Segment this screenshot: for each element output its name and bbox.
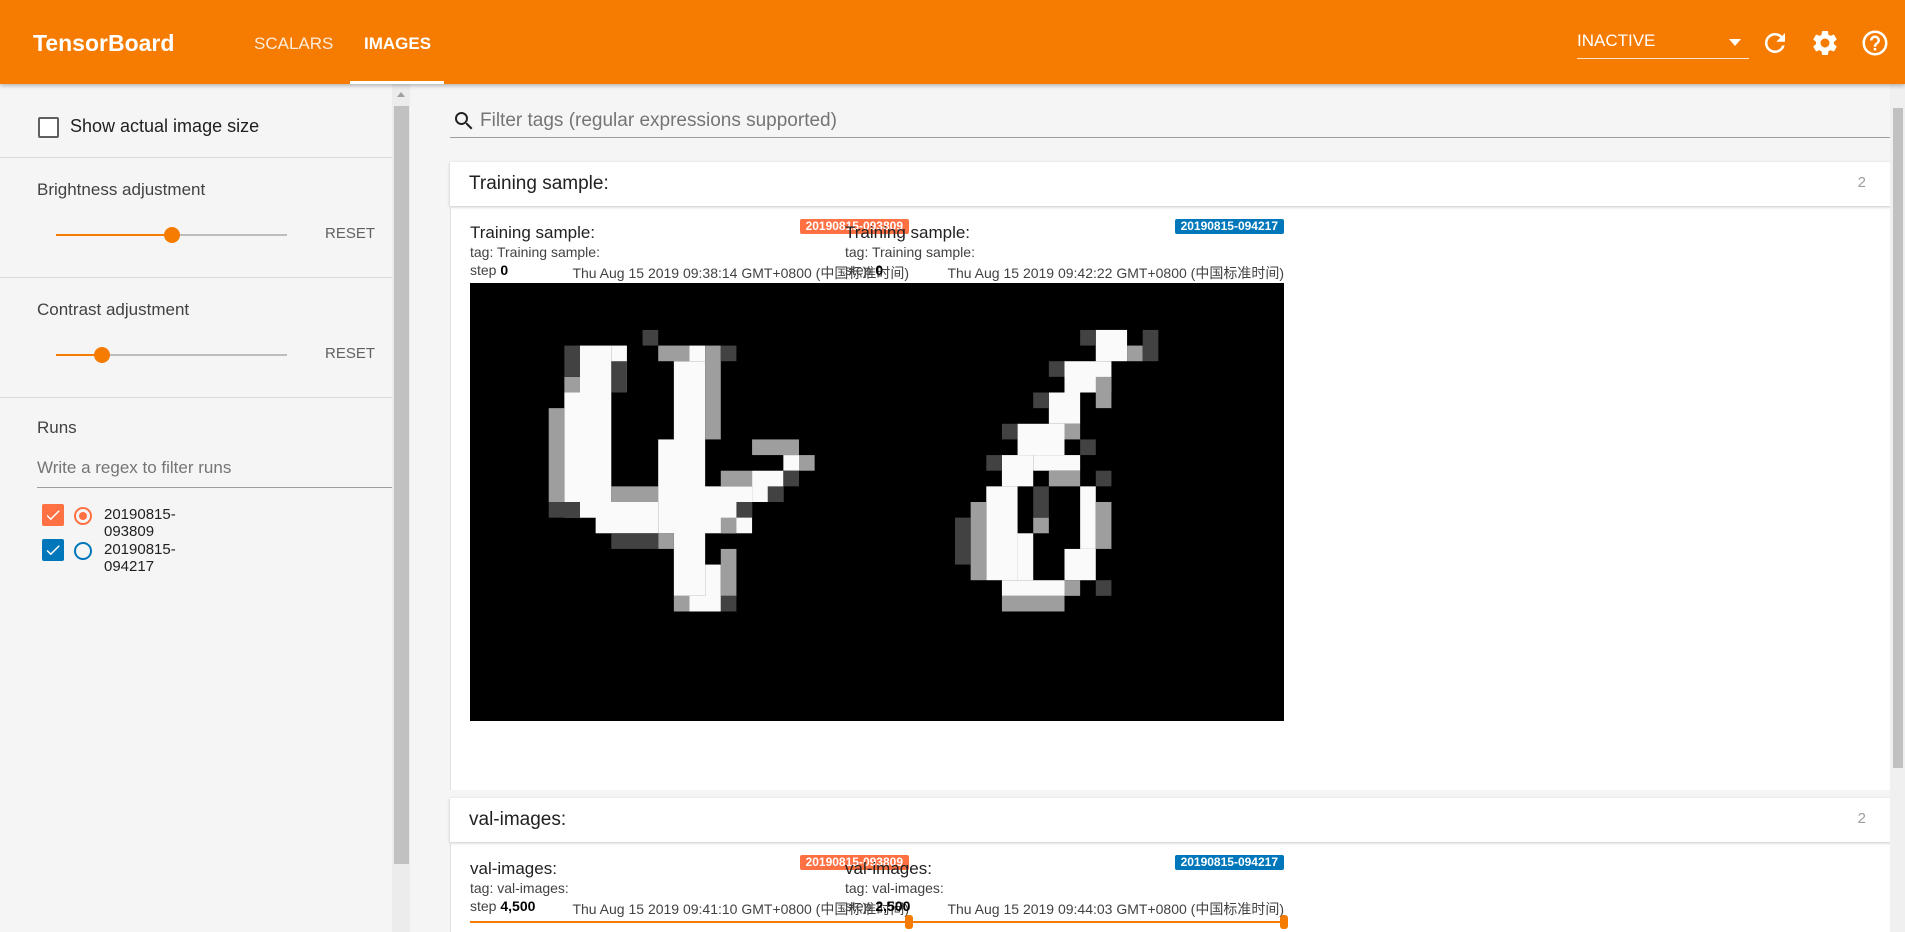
step-value: 0 bbox=[875, 262, 884, 278]
card-header[interactable]: Training sample: 2 bbox=[450, 162, 1892, 206]
panel-title: val-images: bbox=[470, 859, 557, 878]
card-count: 2 bbox=[1857, 174, 1866, 191]
panel-step: step 2,500 bbox=[845, 898, 910, 914]
panel-step: step 0 bbox=[845, 262, 883, 278]
step-value: 0 bbox=[500, 262, 509, 278]
step-slider-knob[interactable] bbox=[1280, 915, 1288, 929]
brightness-reset-button[interactable]: RESET bbox=[325, 225, 375, 242]
sidebar: Show actual image size Brightness adjust… bbox=[0, 84, 392, 932]
panel-timestamp: Thu Aug 15 2019 09:44:03 GMT+0800 (中国标准时… bbox=[947, 901, 1284, 917]
show-actual-size-label: Show actual image size bbox=[70, 116, 260, 136]
tag-card-val-images: val-images: 2 val-images: 20190815-09380… bbox=[450, 798, 1892, 932]
tag-filter-placeholder: Filter tags (regular expressions support… bbox=[480, 110, 837, 131]
active-tab-indicator bbox=[350, 81, 444, 84]
tab-images[interactable]: IMAGES bbox=[364, 34, 431, 54]
run-radio[interactable] bbox=[74, 507, 92, 525]
run-checkbox[interactable] bbox=[42, 504, 64, 526]
top-app-bar: TensorBoard SCALARS IMAGES INACTIVE bbox=[0, 0, 1905, 84]
refresh-icon[interactable] bbox=[1760, 28, 1790, 58]
brightness-slider[interactable] bbox=[56, 227, 287, 243]
step-value: 4,500 bbox=[500, 898, 536, 914]
contrast-slider-knob[interactable] bbox=[94, 347, 111, 363]
card-count: 2 bbox=[1857, 810, 1866, 827]
panel-step: step 4,500 bbox=[470, 898, 535, 914]
image-panel: val-images: 20190815-093809 tag: val-ima… bbox=[470, 855, 913, 929]
tag-filter-input[interactable]: Filter tags (regular expressions support… bbox=[450, 104, 1892, 138]
card-title: Training sample: bbox=[469, 173, 609, 194]
tab-scalars[interactable]: SCALARS bbox=[254, 34, 333, 54]
brightness-section: Brightness adjustment RESET bbox=[0, 158, 392, 278]
step-label: step bbox=[470, 262, 497, 278]
digit-six-image bbox=[845, 283, 1284, 721]
contrast-slider[interactable] bbox=[56, 347, 287, 363]
main-scrollbar[interactable] bbox=[1890, 84, 1905, 932]
panel-tag: tag: val-images: bbox=[470, 880, 569, 896]
step-slider[interactable] bbox=[845, 915, 1288, 929]
run-checkbox[interactable] bbox=[42, 539, 64, 561]
run-status-value: INACTIVE bbox=[1577, 31, 1656, 50]
brightness-title: Brightness adjustment bbox=[37, 180, 206, 199]
card-header[interactable]: val-images: 2 bbox=[450, 798, 1892, 842]
mnist-digit-image[interactable] bbox=[470, 283, 909, 721]
run-radio[interactable] bbox=[74, 542, 92, 560]
settings-icon[interactable] bbox=[1810, 28, 1840, 58]
panel-step: step 0 bbox=[470, 262, 508, 278]
card-title: val-images: bbox=[469, 809, 567, 830]
show-actual-size-checkbox[interactable] bbox=[38, 117, 59, 138]
image-panel: val-images: 20190815-094217 tag: val-ima… bbox=[845, 855, 1288, 929]
chevron-down-icon bbox=[1729, 39, 1741, 46]
run-status-dropdown[interactable]: INACTIVE bbox=[1577, 31, 1749, 59]
step-label: step bbox=[845, 262, 872, 278]
runs-title: Runs bbox=[37, 418, 77, 437]
panel-tag: tag: Training sample: bbox=[470, 244, 600, 260]
radio-dot bbox=[79, 512, 87, 520]
panel-title: val-images: bbox=[845, 859, 932, 878]
checkmark-icon bbox=[46, 545, 60, 556]
runs-filter-input[interactable]: Write a regex to filter runs bbox=[37, 458, 392, 488]
contrast-section: Contrast adjustment RESET bbox=[0, 278, 392, 398]
panel-title: Training sample: bbox=[845, 223, 971, 242]
brightness-slider-fill bbox=[56, 234, 172, 236]
mnist-digit-image[interactable] bbox=[845, 283, 1284, 721]
scroll-up-arrow-icon[interactable] bbox=[397, 92, 405, 97]
run-name: 20190815-093809 bbox=[104, 506, 176, 540]
panel-title: Training sample: bbox=[470, 223, 596, 242]
card-body: Training sample: 20190815-093809 tag: Tr… bbox=[450, 206, 1892, 790]
checkmark-icon bbox=[46, 510, 60, 521]
run-badge: 20190815-094217 bbox=[1174, 219, 1284, 234]
app-title: TensorBoard bbox=[33, 30, 175, 56]
image-panel: Training sample: 20190815-094217 tag: Tr… bbox=[845, 219, 1284, 723]
step-value: 2,500 bbox=[875, 898, 911, 914]
run-name: 20190815-094217 bbox=[104, 541, 176, 575]
panel-tag: tag: Training sample: bbox=[845, 244, 975, 260]
sidebar-scrollbar-thumb[interactable] bbox=[394, 106, 409, 864]
panel-timestamp: Thu Aug 15 2019 09:42:22 GMT+0800 (中国标准时… bbox=[947, 265, 1284, 281]
contrast-reset-button[interactable]: RESET bbox=[325, 345, 375, 362]
step-slider[interactable] bbox=[470, 915, 913, 929]
step-label: step bbox=[470, 898, 497, 914]
sidebar-scrollbar[interactable] bbox=[392, 84, 410, 932]
run-badge: 20190815-094217 bbox=[1174, 855, 1284, 870]
main-scrollbar-thumb[interactable] bbox=[1893, 108, 1903, 768]
image-panel: Training sample: 20190815-093809 tag: Tr… bbox=[470, 219, 909, 723]
contrast-title: Contrast adjustment bbox=[37, 300, 190, 319]
tag-card-training-sample: Training sample: 2 Training sample: 2019… bbox=[450, 162, 1892, 790]
image-size-section: Show actual image size bbox=[0, 84, 392, 158]
main-content: Filter tags (regular expressions support… bbox=[410, 84, 1905, 932]
card-body: val-images: 20190815-093809 tag: val-ima… bbox=[450, 842, 1892, 932]
brightness-slider-knob[interactable] bbox=[163, 227, 180, 243]
search-icon bbox=[455, 112, 473, 130]
digit-four-image bbox=[470, 283, 909, 721]
step-label: step bbox=[845, 898, 872, 914]
panel-tag: tag: val-images: bbox=[845, 880, 944, 896]
help-icon[interactable] bbox=[1860, 28, 1890, 58]
